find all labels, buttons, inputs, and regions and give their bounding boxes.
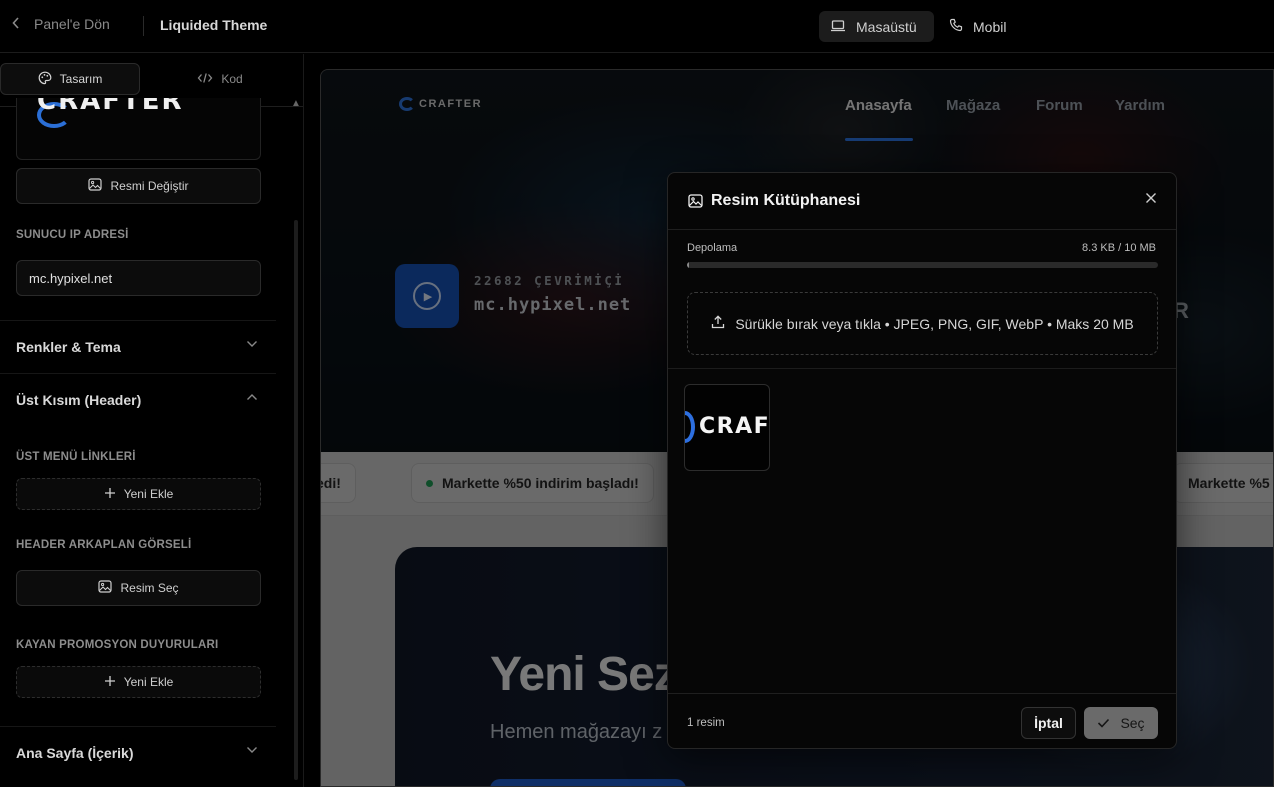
upload-icon	[711, 315, 725, 332]
dropzone-text: Sürükle bırak veya tıkla • JPEG, PNG, GI…	[735, 315, 1134, 332]
header-bg-label: HEADER ARKAPLAN GÖRSELİ	[16, 539, 192, 551]
code-icon	[197, 72, 213, 87]
tab-code[interactable]: Kod	[180, 63, 260, 95]
close-icon[interactable]	[1145, 189, 1157, 207]
section-colors-label: Renkler & Tema	[16, 338, 121, 355]
modal-title: Resim Kütüphanesi	[711, 192, 861, 209]
change-image-button[interactable]: Resmi Değiştir	[16, 168, 261, 204]
storage-progress-fill	[687, 262, 689, 268]
storage-value: 8.3 KB / 10 MB	[1082, 242, 1156, 254]
plus-icon	[104, 487, 116, 502]
section-home-content[interactable]: Ana Sayfa (İçerik)	[0, 726, 276, 778]
sidebar-scrollbar[interactable]	[294, 220, 298, 780]
image-icon	[98, 580, 113, 596]
laptop-icon	[830, 19, 846, 35]
modal-footer: 1 resim İptal Seç	[668, 693, 1176, 748]
sidebar-tabs: Tasarım Kod	[0, 63, 303, 107]
server-ip-label: SUNUCU IP ADRESİ	[16, 229, 129, 241]
device-mobile-label: Mobil	[973, 18, 1007, 35]
plus-icon	[104, 675, 116, 690]
image-count: 1 resim	[687, 717, 725, 729]
image-icon	[688, 194, 703, 213]
tab-code-label: Kod	[221, 72, 243, 86]
image-icon	[88, 178, 103, 194]
chevron-down-icon	[246, 745, 258, 757]
logo-preview: CRAFTER	[16, 98, 261, 160]
choose-image-label: Resim Seç	[120, 581, 179, 595]
image-thumbnail[interactable]: CRAF	[684, 384, 770, 471]
device-mobile-button[interactable]: Mobil	[938, 11, 1017, 42]
tab-design-label: Tasarım	[59, 72, 103, 86]
device-desktop-button[interactable]: Masaüstü	[819, 11, 934, 42]
cancel-button[interactable]: İptal	[1021, 707, 1076, 739]
phone-icon	[949, 18, 963, 35]
logo-mark-icon	[685, 411, 695, 443]
server-ip-input[interactable]	[16, 260, 261, 296]
check-icon	[1097, 715, 1110, 731]
back-to-panel-link[interactable]: Panel'e Dön	[12, 16, 110, 32]
scroll-up-arrow-icon[interactable]: ▲	[291, 98, 301, 109]
select-label: Seç	[1120, 715, 1145, 731]
theme-name: Liquided Theme	[160, 17, 268, 33]
add-new-label: Yeni Ekle	[123, 675, 174, 689]
select-button[interactable]: Seç	[1084, 707, 1158, 739]
add-promo-button[interactable]: Yeni Ekle	[16, 666, 261, 698]
device-desktop-label: Masaüstü	[856, 18, 917, 35]
top-bar: Panel'e Dön Liquided Theme Masaüstü Mobi…	[0, 0, 1274, 53]
back-label: Panel'e Dön	[34, 16, 110, 32]
thumbnail-logo-text: CRAF	[699, 414, 770, 439]
section-colors-theme[interactable]: Renkler & Tema	[0, 320, 276, 372]
section-header-label: Üst Kısım (Header)	[16, 391, 142, 408]
logo-text: CRAFTER	[37, 98, 184, 116]
modal-header: Resim Kütüphanesi	[668, 173, 1176, 230]
tab-design[interactable]: Tasarım	[0, 63, 140, 95]
section-header[interactable]: Üst Kısım (Header)	[0, 373, 276, 425]
chevron-down-icon	[246, 339, 258, 351]
promo-label: KAYAN PROMOSYON DUYURULARI	[16, 639, 219, 651]
choose-image-button[interactable]: Resim Seç	[16, 570, 261, 606]
change-image-label: Resmi Değiştir	[110, 179, 189, 193]
palette-icon	[38, 71, 52, 88]
divider	[143, 16, 144, 36]
storage-progress-bar	[687, 262, 1158, 268]
editor-sidebar: Tasarım Kod ▲ CRAFTER Resmi Değiştir SUN…	[0, 54, 304, 787]
chevron-up-icon	[246, 392, 258, 404]
menu-links-label: ÜST MENÜ LİNKLERİ	[16, 451, 136, 463]
divider	[668, 368, 1176, 369]
storage-label: Depolama	[687, 242, 738, 254]
section-home-label: Ana Sayfa (İçerik)	[16, 744, 134, 761]
add-new-label: Yeni Ekle	[123, 487, 174, 501]
add-menu-link-button[interactable]: Yeni Ekle	[16, 478, 261, 510]
image-library-modal: Resim Kütüphanesi Depolama 8.3 KB / 10 M…	[667, 172, 1177, 749]
upload-dropzone[interactable]: Sürükle bırak veya tıkla • JPEG, PNG, GI…	[687, 292, 1158, 355]
chevron-left-icon	[12, 16, 20, 32]
